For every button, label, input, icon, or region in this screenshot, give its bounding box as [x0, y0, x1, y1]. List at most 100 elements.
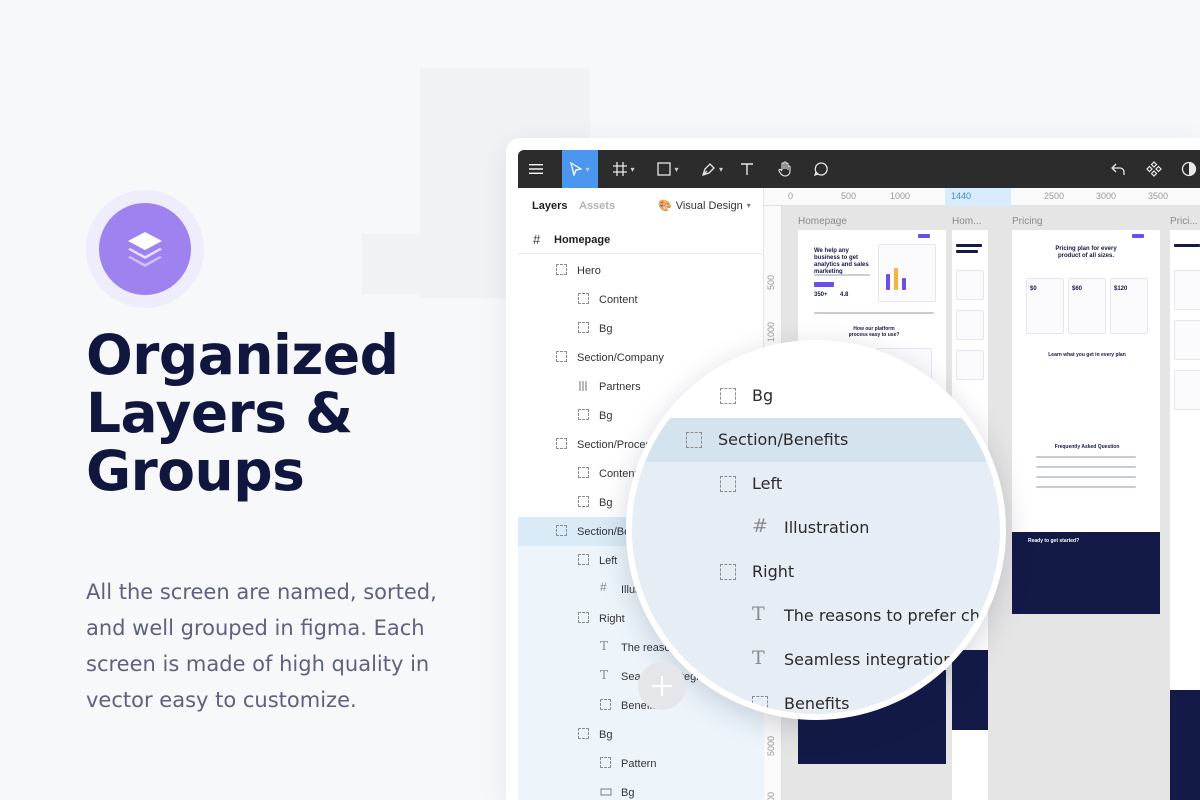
- rectangle-icon: [600, 786, 612, 798]
- pricing-frame[interactable]: Pricing plan for every product of all si…: [1012, 230, 1160, 614]
- components-icon: [1146, 161, 1162, 177]
- background-square: [362, 234, 422, 294]
- layer-label: Bg: [599, 497, 613, 509]
- layer-label: Left: [599, 555, 618, 567]
- headline: Organized Layers & Groups: [86, 323, 399, 503]
- group-icon: [720, 388, 736, 404]
- layer-label: Bg: [599, 410, 613, 422]
- move-icon: [570, 162, 583, 176]
- chevron-down-icon: ▾: [746, 201, 751, 210]
- tab-layers[interactable]: Layers: [532, 200, 567, 212]
- group-icon: [720, 564, 736, 580]
- magnified-layer-label: Section/Benefits: [718, 430, 849, 449]
- pen-tool-button[interactable]: ▾: [694, 150, 730, 188]
- text-icon: T: [600, 639, 609, 653]
- frame-label[interactable]: Pricing: [1012, 216, 1043, 227]
- magnified-layer-label: The reasons to prefer cho...: [784, 606, 1005, 625]
- magnified-layer-label: Bg: [752, 386, 774, 405]
- frame-tool-button[interactable]: ▾: [606, 150, 642, 188]
- group-icon: [578, 728, 589, 739]
- text-tool-button[interactable]: [736, 150, 758, 188]
- layers-badge: [86, 190, 204, 308]
- magnified-layer-row[interactable]: T Seamless integration c...: [632, 638, 1000, 682]
- components-button[interactable]: [1142, 150, 1166, 188]
- frame-label[interactable]: Homepage: [798, 216, 847, 227]
- magnified-layer-label: Right: [752, 562, 795, 581]
- magnified-layer-label: Seamless integration c...: [784, 650, 983, 669]
- layer-label: Section/Company: [577, 352, 664, 364]
- magnified-layer-label: Left: [752, 474, 783, 493]
- mock-price: $0: [1030, 286, 1037, 292]
- body-copy: All the screen are named, sorted, and we…: [86, 580, 437, 712]
- group-icon: [578, 322, 589, 333]
- magnified-layer-row[interactable]: # Illustration: [632, 506, 1000, 550]
- comment-icon: [813, 162, 828, 177]
- group-icon: [578, 612, 589, 623]
- layer-row[interactable]: Bg: [518, 778, 764, 800]
- add-button[interactable]: [638, 662, 686, 710]
- group-icon: [578, 496, 589, 507]
- magnified-layer-row[interactable]: T The reasons to prefer cho...: [632, 594, 1005, 638]
- magnified-layer-label: Illustration: [784, 518, 870, 537]
- magnified-layer-row[interactable]: Bg: [632, 374, 1000, 418]
- hand-tool-button[interactable]: [772, 150, 798, 188]
- plus-icon: [652, 676, 672, 696]
- group-icon: [600, 699, 611, 710]
- toolbar: ▾ ▾ ▾ ▾: [518, 150, 1200, 188]
- mock-stat: 350+: [814, 292, 828, 298]
- layer-row[interactable]: Hero: [518, 256, 764, 285]
- magnified-layer-row[interactable]: Left: [632, 462, 1000, 506]
- rectangle-tool-button[interactable]: ▾: [650, 150, 686, 188]
- magnified-layer-row[interactable]: Section/Benefits: [632, 418, 1000, 462]
- mock-learn-title: Learn what you get in every plan: [1048, 352, 1126, 358]
- group-icon: [578, 293, 589, 304]
- layer-label: Bg: [599, 323, 613, 335]
- layer-label: Bg: [621, 787, 635, 799]
- root-frame-row[interactable]: # Homepage: [518, 226, 764, 254]
- layer-label: Bg: [599, 729, 613, 741]
- pricing-mobile-frame[interactable]: [1170, 230, 1200, 800]
- magnified-layer-row[interactable]: Right: [632, 550, 1000, 594]
- frame-label[interactable]: Prici...: [1170, 216, 1198, 227]
- menu-button[interactable]: [518, 150, 554, 188]
- layer-row[interactable]: Pattern: [518, 749, 764, 778]
- layer-label: Hero: [577, 265, 601, 277]
- layer-row[interactable]: Bg: [518, 720, 764, 749]
- text-icon: T: [600, 668, 609, 682]
- palette-icon: 🎨: [658, 200, 672, 212]
- mock-hero-headline: We help any business to get analytics an…: [814, 248, 869, 275]
- comment-tool-button[interactable]: [808, 150, 834, 188]
- horizontal-ruler: 0 500 1000 1440 2500 3000 3500: [764, 188, 1200, 206]
- page-selector[interactable]: 🎨 Visual Design ▾: [658, 199, 751, 213]
- share-icon: [1111, 163, 1125, 175]
- root-frame-label: Homepage: [554, 234, 611, 246]
- mock-pricing-title: Pricing plan for every product of all si…: [1055, 246, 1117, 259]
- frame-label[interactable]: Hom...: [952, 216, 981, 227]
- group-icon: [686, 432, 702, 448]
- columns-icon: [578, 380, 590, 392]
- share-button[interactable]: [1106, 150, 1130, 188]
- mock-price: $120: [1114, 286, 1128, 292]
- mock-price: $60: [1072, 286, 1083, 292]
- layers-icon: [128, 232, 162, 267]
- rectangle-icon: [657, 162, 672, 176]
- mock-process-title: How our platform process easy to use?: [848, 326, 900, 338]
- group-icon: [752, 696, 768, 712]
- group-icon: [720, 476, 736, 492]
- tab-assets[interactable]: Assets: [579, 200, 615, 212]
- group-icon: [556, 525, 567, 536]
- pen-icon: [701, 162, 715, 176]
- group-icon: [578, 554, 589, 565]
- frame-icon: #: [600, 580, 607, 594]
- group-icon: [578, 409, 589, 420]
- layer-row[interactable]: Bg: [518, 314, 764, 343]
- contrast-button[interactable]: [1178, 150, 1200, 188]
- magnifier: Bg Section/Benefits Left # Illustration Right…: [626, 340, 1006, 720]
- frame-icon: [613, 162, 628, 176]
- group-icon: [556, 264, 567, 275]
- layer-row[interactable]: Content: [518, 285, 764, 314]
- group-icon: [556, 351, 567, 362]
- move-tool-button[interactable]: ▾: [562, 150, 598, 188]
- group-icon: [578, 467, 589, 478]
- contrast-icon: [1181, 161, 1197, 177]
